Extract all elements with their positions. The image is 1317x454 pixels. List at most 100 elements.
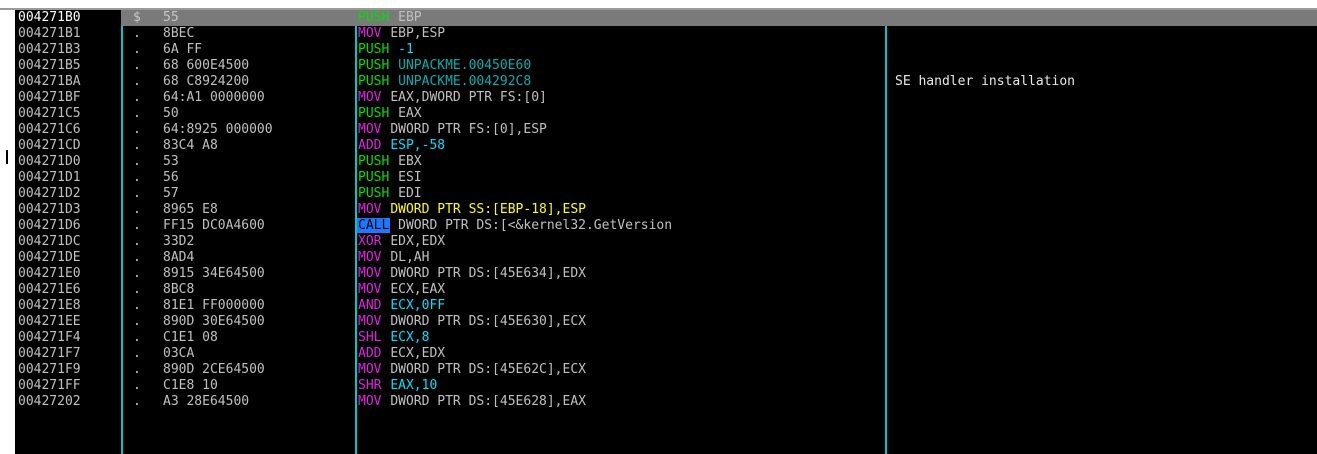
disasm-row[interactable]: 004271BF. 64:A1 0000000 MOV EAX,DWORD PTR … [15,90,1317,106]
hex-cell: 81E1 FF000000 [163,298,265,313]
marker-cell: . [133,394,141,409]
operand: DWORD PTR DS:[45E634],EDX [390,266,586,281]
disasm-row[interactable]: 004271F7. 03CA ADD ECX,EDX [15,346,1317,362]
operand: DL,AH [390,250,430,265]
mnemonic: MOV [358,282,382,297]
address-cell: 004271E8 [18,298,81,313]
marker-cell: . [133,42,141,57]
mnemonic: PUSH [358,74,390,89]
disassembly-cell: SHR EAX,10 [357,378,885,394]
disassembly-cell: PUSH EDI [357,186,885,202]
disasm-row[interactable]: 004271E8. 81E1 FF000000 AND ECX,0FF [15,298,1317,314]
operand: EBX [398,154,422,169]
disasm-row[interactable]: 004271F4. C1E1 08 SHL ECX,8 [15,330,1317,346]
operand: -1 [398,42,414,57]
marker-cell: . [133,346,141,361]
comment-cell [887,266,1317,282]
comment-cell [887,362,1317,378]
comment-cell [887,186,1317,202]
disassembly-cell: MOV DL,AH [357,250,885,266]
marker-cell: . [133,362,141,377]
mnemonic: MOV [358,266,382,281]
disasm-row[interactable]: 004271EE. 890D 30E64500 MOV DWORD PTR DS:[… [15,314,1317,330]
hex-cell: 890D 30E64500 [163,314,265,329]
marker-cell: . [133,202,141,217]
comment-cell: SE handler installation [895,74,1076,89]
operand: EAX,10 [390,378,438,393]
operand: UNPACKME.00450E60 [398,58,532,73]
comment-cell [887,170,1317,186]
disasm-row[interactable]: 004271DC. 33D2 XOR EDX,EDX [15,234,1317,250]
disasm-row[interactable]: 004271DE. 8AD4 MOV DL,AH [15,250,1317,266]
disassembly-cell: MOV EBP,ESP [357,26,885,42]
mnemonic: MOV [358,122,382,137]
operand: ECX,8 [390,330,430,345]
disassembly-pane[interactable]: 004271B0 $55 PUSH EBP 004271B1. 8BEC MOV EBP,… [15,10,1317,454]
disasm-row[interactable]: 004271B5. 68 600E4500 PUSH UNPACKME.00450E… [15,58,1317,74]
comment-cell [887,90,1317,106]
address-cell: 004271B5 [18,58,81,73]
disasm-row[interactable]: 004271CD. 83C4 A8 ADD ESP,-58 [15,138,1317,154]
operand: DWORD PTR SS:[EBP-18],ESP [390,202,586,217]
disassembly-cell: PUSH UNPACKME.004292C8 [357,74,885,90]
operand: DWORD PTR FS:[0],ESP [390,122,547,137]
marker-cell: . [133,378,141,393]
marker-cell: . [133,266,141,281]
disassembly-cell: MOV DWORD PTR DS:[45E628],EAX [357,394,885,410]
operand: ESI [398,170,422,185]
disasm-row[interactable]: 004271D1. 56 PUSH ESI [15,170,1317,186]
disasm-row[interactable]: 004271D6. FF15 DC0A4600 CALL DWORD PTR DS:… [15,218,1317,234]
disassembly-cell: MOV DWORD PTR DS:[45E62C],ECX [357,362,885,378]
marker-cell: . [133,330,141,345]
marker-cell: $ [133,10,141,25]
disasm-row[interactable]: 00427202. A3 28E64500 MOV DWORD PTR DS:[45… [15,394,1317,410]
marker-cell: . [133,298,141,313]
disasm-row[interactable]: 004271B1. 8BEC MOV EBP,ESP [15,26,1317,42]
mnemonic: XOR [358,234,382,249]
disassembly-cell: ADD ECX,EDX [357,346,885,362]
disasm-row[interactable]: 004271D0. 53 PUSH EBX [15,154,1317,170]
disasm-row[interactable]: 004271B0 $55 PUSH EBP [15,10,1317,26]
disasm-row[interactable]: 004271F9. 890D 2CE64500 MOV DWORD PTR DS:[… [15,362,1317,378]
hex-cell: 8965 E8 [163,202,218,217]
disasm-row[interactable]: 004271B3. 6A FF PUSH -1 [15,42,1317,58]
disassembly-cell: PUSH EAX [357,106,885,122]
disasm-row[interactable]: 004271BA. 68 C8924200 PUSH UNPACKME.004292… [15,74,1317,90]
comment-cell [887,394,1317,410]
address-cell: 004271E0 [18,266,81,281]
mnemonic: ADD [358,138,382,153]
disasm-row[interactable]: 004271C5. 50 PUSH EAX [15,106,1317,122]
comment-cell [887,234,1317,250]
address-cell: 004271D3 [18,202,81,217]
comment-cell [887,106,1317,122]
disasm-row[interactable]: 004271E0. 8915 34E64500 MOV DWORD PTR DS:[… [15,266,1317,282]
mnemonic: PUSH [358,10,390,25]
disasm-row[interactable]: 004271D3. 8965 E8 MOV DWORD PTR SS:[EBP-18… [15,202,1317,218]
address-cell: 004271BA [18,74,81,89]
disasm-row[interactable]: 004271FF. C1E8 10 SHR EAX,10 [15,378,1317,394]
hex-cell: 33D2 [163,234,195,249]
mnemonic: MOV [358,394,382,409]
address-cell: 004271C5 [18,106,81,121]
disasm-row[interactable]: 004271C6. 64:8925 000000 MOV DWORD PTR FS:… [15,122,1317,138]
marker-cell: . [133,314,141,329]
hex-cell: 890D 2CE64500 [163,362,265,377]
hex-cell: 8AD4 [163,250,195,265]
disasm-row[interactable]: 004271D2. 57 PUSH EDI [15,186,1317,202]
disasm-row[interactable]: 004271E6. 8BC8 MOV ECX,EAX [15,282,1317,298]
mnemonic: MOV [358,362,382,377]
disassembly-cell: PUSH UNPACKME.00450E60 [357,58,885,74]
hex-cell: 8915 34E64500 [163,266,265,281]
comment-cell [887,10,1317,26]
disassembly-cell: CALL DWORD PTR DS:[<&kernel32.GetVersion [357,218,885,234]
address-cell: 004271D1 [18,170,81,185]
address-cell: 004271D0 [18,154,81,169]
disassembly-cell: PUSH EBX [357,154,885,170]
mnemonic: CALL [357,218,391,233]
marker-cell: . [133,90,141,105]
